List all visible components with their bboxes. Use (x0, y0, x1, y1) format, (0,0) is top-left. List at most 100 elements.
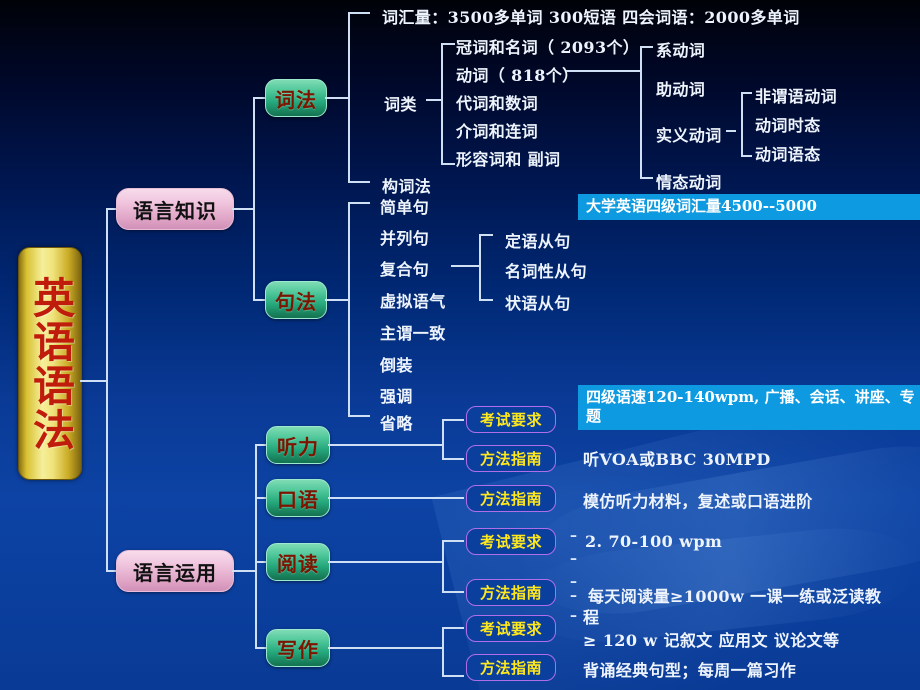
connector-syntax-bottom (348, 415, 370, 417)
connector-writing-guide (442, 675, 464, 677)
label-verb-3: 情态动词 (656, 173, 722, 192)
connector-listening-req (442, 419, 464, 421)
label-syntax-2: 复合句 (380, 260, 430, 279)
connector-clause-stem (451, 265, 480, 267)
label-verb-0: 系动词 (656, 41, 706, 60)
connector-usage-stem (232, 570, 256, 572)
connector-notional-stem (726, 130, 736, 132)
label-notional-sub-0: 非谓语动词 (755, 87, 838, 106)
bullet-dash-5: – (570, 608, 577, 624)
label-word-class-4: 形容词和 副词 (456, 150, 561, 169)
node-language-usage[interactable]: 语言运用 (116, 550, 234, 592)
text-reading-method-line2: 程 (583, 608, 600, 627)
connector-wordclass-stem (426, 99, 442, 101)
label-syntax-0: 简单句 (380, 198, 430, 217)
connector-clause-spine (479, 234, 481, 300)
tag-reading-method-guide[interactable]: 方法指南 (466, 579, 556, 606)
label-word-class-1: 动词（ 818个） (456, 66, 579, 85)
tag-reading-exam-requirement-label: 考试要求 (479, 533, 542, 551)
node-morphology[interactable]: 词法 (265, 79, 327, 117)
label-word-class-3: 介词和连词 (456, 122, 539, 141)
bullet-dash-2: – (570, 551, 577, 567)
connector-root-spine (106, 208, 108, 571)
connector-verb-top (640, 46, 653, 48)
label-clause-1: 名词性从句 (505, 262, 588, 281)
connector-verb-bottom (640, 177, 653, 179)
connector-writing-req (442, 627, 464, 629)
node-speaking[interactable]: 口语 (266, 479, 330, 517)
label-verb-1: 助动词 (656, 80, 706, 99)
label-syntax-6: 强调 (380, 387, 413, 406)
tag-reading-method-guide-label: 方法指南 (479, 584, 542, 602)
root-title-node: 英语语法 (18, 247, 82, 480)
label-syntax-3: 虚拟语气 (380, 292, 446, 311)
connector-morphology-top (348, 12, 370, 14)
connector-root-stem (80, 380, 107, 382)
label-verb-2: 实义动词 (656, 126, 722, 145)
label-notional-sub-2: 动词语态 (755, 145, 821, 164)
connector-wordclass-bottom (441, 163, 455, 165)
node-reading-label: 阅读 (277, 551, 319, 576)
node-speaking-label: 口语 (277, 487, 319, 512)
connector-syntax-spine (348, 202, 350, 416)
connector-reading-stem (328, 561, 443, 563)
connector-verb-spine (640, 46, 642, 178)
callout-cet4-vocabulary: 大学英语四级词汇量4500--5000 (578, 194, 920, 221)
connector-clause-top (479, 234, 493, 236)
label-syntax-4: 主谓一致 (380, 324, 446, 343)
tag-listening-method-guide[interactable]: 方法指南 (466, 445, 556, 472)
connector-knowledge-spine (253, 97, 255, 300)
tag-writing-method-guide-label: 方法指南 (479, 659, 542, 677)
connector-reading-spine (442, 540, 444, 592)
connector-clause-bottom (479, 299, 493, 301)
connector-wordclass-spine (441, 43, 443, 164)
connector-reading-req (442, 540, 464, 542)
label-syntax-1: 并列句 (380, 229, 430, 248)
mindmap-canvas: 英语语法 语言知识 语言运用 词法 句法 词汇量：3500多单词 300短语 四… (0, 0, 920, 690)
tag-listening-exam-requirement-label: 考试要求 (479, 411, 542, 429)
callout-cet4-listening: 四级语速120-140wpm, 广播、会话、讲座、专题 (578, 385, 920, 431)
tag-reading-exam-requirement[interactable]: 考试要求 (466, 528, 556, 555)
tag-writing-method-guide[interactable]: 方法指南 (466, 654, 556, 681)
label-syntax-7: 省略 (380, 414, 413, 433)
connector-speaking-stem (328, 497, 464, 499)
bullet-dash-1: – (570, 528, 577, 544)
tag-speaking-method-guide[interactable]: 方法指南 (466, 485, 556, 512)
node-language-knowledge-label: 语言知识 (133, 198, 217, 223)
label-vocabulary-line: 词汇量：3500多单词 300短语 四会词语：2000多单词 (382, 8, 800, 27)
node-syntax-label: 句法 (275, 289, 317, 314)
tag-speaking-method-guide-label: 方法指南 (479, 490, 542, 508)
tag-writing-exam-requirement-label: 考试要求 (479, 620, 542, 638)
connector-wordclass-top (441, 43, 455, 45)
node-language-knowledge[interactable]: 语言知识 (116, 188, 234, 230)
connector-knowledge-stem (232, 208, 254, 210)
node-writing[interactable]: 写作 (266, 629, 330, 667)
root-title-text: 英语语法 (26, 275, 76, 452)
bullet-dash-4: – (570, 588, 577, 604)
tag-listening-method-guide-label: 方法指南 (479, 450, 542, 468)
node-syntax[interactable]: 句法 (265, 281, 327, 319)
connector-notional-spine (741, 92, 743, 156)
text-reading-method-line1: 每天阅读量≥1000w 一课一练或泛读教 (588, 587, 882, 606)
text-writing-requirement: ≥ 120 w 记叙文 应用文 议论文等 (583, 631, 840, 650)
tag-listening-exam-requirement[interactable]: 考试要求 (466, 406, 556, 433)
text-reading-requirement: 2. 70-100 wpm (585, 532, 723, 551)
connector-syntax-top (348, 202, 370, 204)
node-morphology-label: 词法 (275, 87, 317, 112)
connector-listening-stem (328, 444, 443, 446)
label-clause-2: 状语从句 (505, 294, 571, 313)
text-speaking-method: 模仿听力材料，复述或口语进阶 (583, 492, 813, 511)
label-syntax-5: 倒装 (380, 356, 413, 375)
connector-writing-spine (442, 627, 444, 676)
connector-morphology-bottom (348, 181, 370, 183)
label-notional-sub-1: 动词时态 (755, 116, 821, 135)
node-listening[interactable]: 听力 (266, 426, 330, 464)
node-listening-label: 听力 (277, 434, 319, 459)
tag-writing-exam-requirement[interactable]: 考试要求 (466, 615, 556, 642)
connector-writing-stem (328, 647, 443, 649)
connector-syntax-stem (325, 299, 349, 301)
node-writing-label: 写作 (277, 637, 319, 662)
connector-reading-guide (442, 591, 464, 593)
node-reading[interactable]: 阅读 (266, 543, 330, 581)
label-word-class: 词类 (384, 95, 417, 114)
